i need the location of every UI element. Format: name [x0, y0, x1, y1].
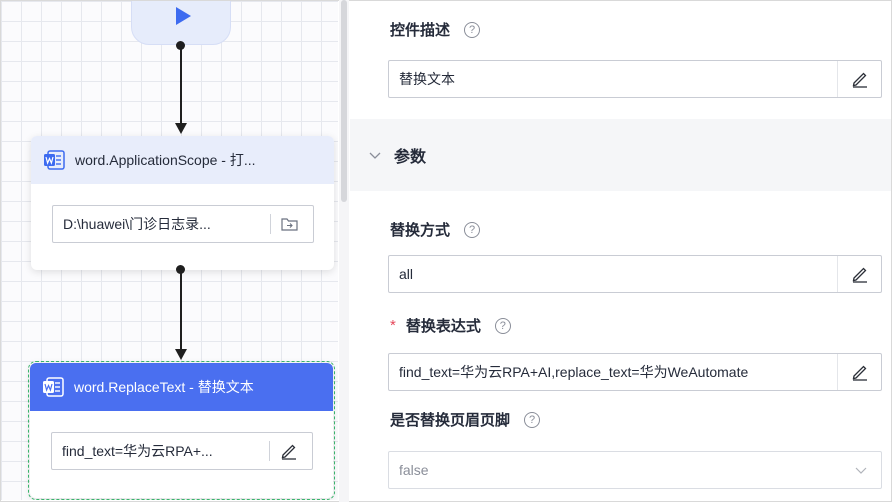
replace-expr-field[interactable]: find_text=华为云RPA+AI,replace_text=华为WeAut… — [388, 353, 882, 391]
edit-icon — [281, 444, 296, 460]
edit-icon — [852, 72, 867, 88]
field-divider — [269, 441, 270, 461]
replace-mode-edit-button[interactable] — [837, 256, 881, 292]
field-divider — [270, 214, 271, 234]
connector-line — [180, 271, 182, 349]
node-title: word.ReplaceText - 替换文本 — [74, 379, 254, 395]
node-header[interactable]: word.ApplicationScope - 打... — [31, 136, 334, 184]
required-mark: * — [390, 317, 396, 334]
replace-mode-value: all — [399, 266, 414, 282]
replace-mode-field[interactable]: all — [388, 255, 882, 293]
help-icon[interactable]: ? — [494, 317, 511, 334]
folder-icon — [281, 218, 298, 231]
expression-value: find_text=华为云RPA+... — [62, 443, 213, 459]
edit-icon — [852, 365, 867, 381]
word-icon — [43, 377, 64, 397]
params-section-title: 参数 — [394, 149, 427, 166]
replace-expr-label: * 替换表达式 ? — [390, 315, 511, 336]
connector-arrow — [175, 349, 187, 360]
help-icon[interactable]: ? — [464, 21, 481, 38]
header-footer-select[interactable]: false — [388, 451, 882, 489]
description-label: 控件描述 ? — [390, 19, 481, 40]
expression-field[interactable]: find_text=华为云RPA+... — [51, 432, 313, 470]
header-footer-value: false — [399, 462, 429, 478]
file-path-field[interactable]: D:\huawei\门诊日志录... — [52, 205, 314, 243]
connector-line — [180, 47, 182, 123]
file-path-value: D:\huawei\门诊日志录... — [63, 216, 211, 232]
help-icon[interactable]: ? — [464, 221, 481, 238]
edit-button[interactable] — [280, 433, 312, 469]
replace-expr-value: find_text=华为云RPA+AI,replace_text=华为WeAut… — [399, 364, 749, 380]
node-application-scope[interactable]: word.ApplicationScope - 打... D:\huawei\门… — [31, 136, 334, 270]
start-node[interactable] — [131, 1, 231, 45]
browse-button[interactable] — [281, 206, 313, 242]
description-edit-button[interactable] — [837, 61, 881, 97]
replace-mode-label: 替换方式 ? — [390, 219, 481, 240]
node-replace-text[interactable]: word.ReplaceText - 替换文本 find_text=华为云RPA… — [28, 361, 335, 500]
word-icon — [44, 150, 65, 170]
description-value: 替换文本 — [399, 71, 455, 87]
description-field[interactable]: 替换文本 — [388, 60, 882, 98]
flow-canvas[interactable]: word.ApplicationScope - 打... D:\huawei\门… — [1, 1, 338, 500]
canvas-scrollbar-thumb[interactable] — [341, 0, 347, 202]
connector-arrow — [175, 123, 187, 134]
properties-panel: 控件描述 ? 替换文本 参数 替换方式 ? all * 替换表达式 ? find… — [350, 1, 891, 501]
node-header[interactable]: word.ReplaceText - 替换文本 — [30, 363, 333, 411]
node-title: word.ApplicationScope - 打... — [75, 152, 256, 168]
chevron-down-icon — [369, 152, 381, 159]
chevron-down-icon — [855, 467, 867, 474]
replace-expr-edit-button[interactable] — [837, 354, 881, 390]
params-section-header[interactable]: 参数 — [350, 119, 891, 191]
play-icon — [176, 7, 191, 25]
header-footer-label: 是否替换页眉页脚 ? — [390, 409, 541, 430]
select-dropdown-toggle[interactable] — [841, 463, 881, 477]
edit-icon — [852, 267, 867, 283]
help-icon[interactable]: ? — [524, 411, 541, 428]
